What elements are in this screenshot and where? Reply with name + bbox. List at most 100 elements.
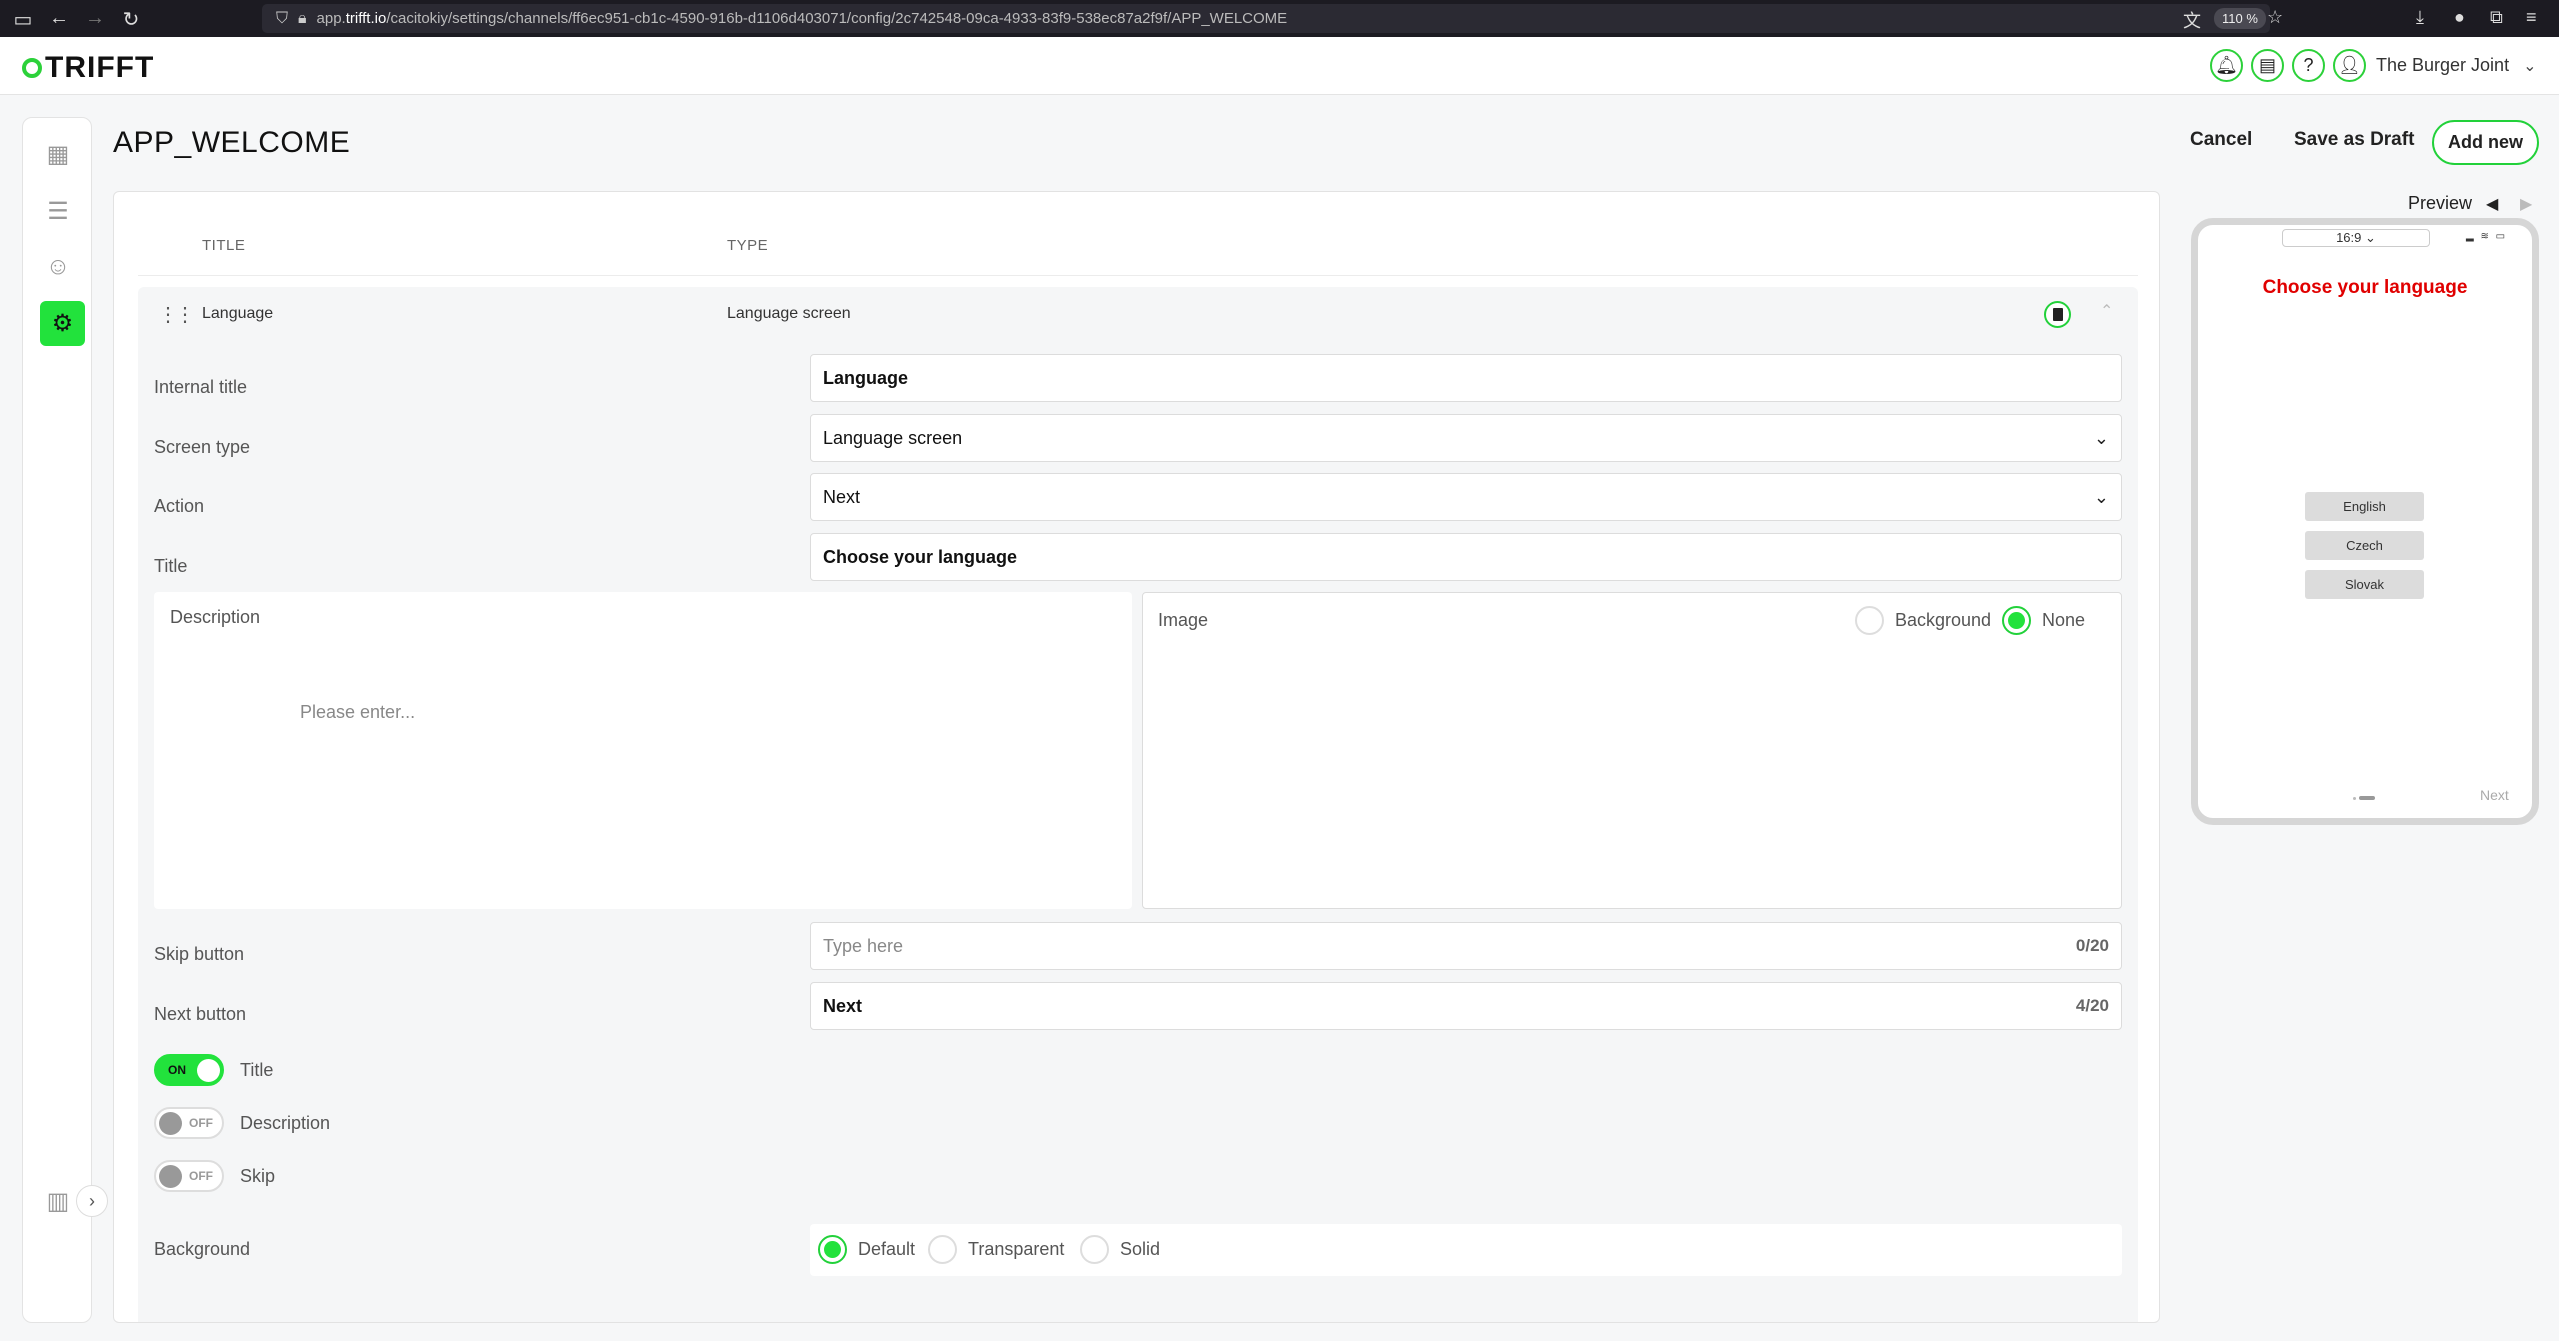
trash-icon bbox=[2052, 308, 2063, 321]
question-icon: ? bbox=[2303, 55, 2314, 75]
chat-icon: ▤ bbox=[2258, 55, 2276, 75]
notifications-button[interactable]: 🔔︎ bbox=[2210, 49, 2243, 82]
description-placeholder: Please enter... bbox=[300, 702, 416, 722]
save-draft-button[interactable]: Save as Draft bbox=[2294, 129, 2414, 151]
screen-type-select[interactable]: Language screen ⌄ bbox=[810, 414, 2122, 462]
radio-transparent[interactable] bbox=[928, 1235, 957, 1264]
bg-option-transparent[interactable]: Transparent bbox=[928, 1235, 1064, 1264]
lock-icon: 🔒︎ bbox=[298, 9, 307, 27]
left-sidebar: ▦ ☰ ☺ ⚙ ▥ bbox=[22, 117, 92, 1323]
preview-language-slovak[interactable]: Slovak bbox=[2305, 570, 2424, 599]
messages-button[interactable]: ▤ bbox=[2251, 49, 2284, 82]
url-text: app.trifft.io/cacitokiy/settings/channel… bbox=[316, 10, 1288, 27]
chevron-down-icon: ⌄ bbox=[2093, 427, 2109, 448]
title-input[interactable]: Choose your language bbox=[810, 533, 2122, 581]
drag-handle-icon[interactable]: ⋮⋮ bbox=[158, 302, 195, 327]
bg-option-default[interactable]: Default bbox=[818, 1235, 915, 1264]
description-toggle[interactable]: OFF bbox=[154, 1107, 224, 1139]
sidebar-item-analytics[interactable]: ▥ bbox=[40, 1183, 76, 1219]
radio-solid[interactable] bbox=[1080, 1235, 1109, 1264]
chevron-up-icon[interactable]: ⌃ bbox=[2100, 301, 2113, 321]
back-icon[interactable]: ← bbox=[46, 7, 72, 30]
internal-title-label: Internal title bbox=[154, 377, 248, 397]
app-header: TRIFFT 🔔︎ ▤ ? 👤︎ The Burger Joint ⌄ bbox=[0, 37, 2559, 95]
background-label: Background bbox=[154, 1239, 251, 1259]
sidebar-item-dashboard[interactable]: ▦ bbox=[40, 136, 76, 172]
bell-icon: 🔔︎ bbox=[2215, 55, 2238, 75]
status-bar-icons: ▂ ≋ ▭ bbox=[2466, 231, 2508, 242]
reload-icon[interactable]: ↻ bbox=[118, 7, 144, 32]
preview-title: Choose your language bbox=[2262, 277, 2468, 298]
sidebar-item-feedback[interactable]: ☺ bbox=[40, 249, 76, 285]
profile-icon[interactable]: ● bbox=[2454, 7, 2465, 28]
zoom-level[interactable]: 110 % bbox=[2214, 8, 2266, 29]
help-button[interactable]: ? bbox=[2292, 49, 2325, 82]
action-label: Action bbox=[154, 496, 205, 516]
preview-language-czech[interactable]: Czech bbox=[2305, 531, 2424, 560]
skip-button-label: Skip button bbox=[154, 944, 245, 964]
translate-icon[interactable]: 文 bbox=[2183, 7, 2201, 33]
account-menu[interactable]: 👤︎ The Burger Joint ⌄ bbox=[2333, 49, 2536, 82]
internal-title-input[interactable]: Language bbox=[810, 354, 2122, 402]
chart-icon: ▥ bbox=[46, 1187, 70, 1215]
sidebar-item-content[interactable]: ☰ bbox=[40, 193, 76, 229]
chevron-right-icon: › bbox=[89, 1190, 95, 1211]
browser-toolbar: ▭ ← → ↻ ⛉ 🔒︎ app.trifft.io/cacitokiy/set… bbox=[0, 0, 2559, 37]
preview-next-icon[interactable]: ▶ bbox=[2520, 194, 2532, 214]
title-label: Title bbox=[154, 556, 188, 576]
header-divider bbox=[138, 275, 2138, 276]
chevron-down-icon: ⌄ bbox=[2093, 486, 2109, 507]
image-panel: Image Background None bbox=[1142, 592, 2122, 909]
description-editor[interactable]: Description Please enter... bbox=[154, 592, 1132, 909]
column-header-type: TYPE bbox=[727, 237, 769, 254]
user-icon: 👤︎ bbox=[2338, 55, 2361, 75]
sidebar-toggle-icon[interactable]: ▭ bbox=[10, 7, 36, 32]
shield-icon: ⛉ bbox=[276, 9, 289, 27]
description-label: Description bbox=[170, 607, 261, 627]
toggle-row-description: OFF Description bbox=[154, 1107, 330, 1139]
action-select[interactable]: Next ⌄ bbox=[810, 473, 2122, 521]
radio-background[interactable] bbox=[1855, 606, 1884, 635]
preview-next-button[interactable]: Next bbox=[2480, 787, 2509, 803]
sidebar-expand-button[interactable]: › bbox=[76, 1185, 108, 1217]
extensions-icon[interactable]: ⧉ bbox=[2490, 7, 2503, 28]
menu-icon[interactable]: ≡ bbox=[2526, 7, 2537, 28]
dashboard-icon: ▦ bbox=[46, 140, 70, 168]
image-option-background[interactable]: Background bbox=[1855, 606, 1991, 635]
trifft-logo[interactable]: TRIFFT bbox=[22, 51, 154, 85]
user-avatar[interactable]: 👤︎ bbox=[2333, 49, 2366, 82]
address-bar[interactable]: ⛉ 🔒︎ app.trifft.io/cacitokiy/settings/ch… bbox=[262, 4, 2270, 33]
account-name: The Burger Joint bbox=[2376, 55, 2510, 75]
row-title[interactable]: Language bbox=[202, 305, 273, 323]
row-type: Language screen bbox=[727, 305, 851, 322]
screen-type-label: Screen type bbox=[154, 437, 251, 457]
image-label: Image bbox=[1158, 610, 1209, 630]
document-icon: ☰ bbox=[47, 197, 69, 225]
sidebar-item-settings[interactable]: ⚙ bbox=[40, 301, 85, 346]
aspect-ratio-select[interactable]: 16:9 ⌄ bbox=[2282, 229, 2430, 247]
radio-default[interactable] bbox=[818, 1235, 847, 1264]
phone-preview: 16:9 ⌄ ▂ ≋ ▭ Choose your language Englis… bbox=[2191, 218, 2539, 825]
cancel-button[interactable]: Cancel bbox=[2190, 129, 2252, 151]
skip-toggle[interactable]: OFF bbox=[154, 1160, 224, 1192]
bookmark-star-icon[interactable]: ☆ bbox=[2267, 7, 2283, 28]
preview-label: Preview bbox=[2408, 193, 2473, 213]
preview-prev-icon[interactable]: ◀ bbox=[2486, 194, 2498, 214]
radio-none[interactable] bbox=[2002, 606, 2031, 635]
page-indicator bbox=[2353, 796, 2375, 800]
add-new-button[interactable]: Add new bbox=[2432, 120, 2539, 165]
download-icon[interactable]: ⤓ bbox=[2416, 7, 2424, 28]
screens-card: TITLE TYPE ⋮⋮ Language Language screen ⌃… bbox=[113, 191, 2160, 1323]
preview-language-english[interactable]: English bbox=[2305, 492, 2424, 521]
bg-option-solid[interactable]: Solid bbox=[1080, 1235, 1160, 1264]
title-toggle[interactable]: ON bbox=[154, 1054, 224, 1086]
toggle-row-skip: OFF Skip bbox=[154, 1160, 275, 1192]
skip-button-input[interactable]: Type here 0/20 bbox=[810, 922, 2122, 970]
smiley-icon: ☺ bbox=[45, 253, 71, 280]
next-button-input[interactable]: Next 4/20 bbox=[810, 982, 2122, 1030]
skip-counter: 0/20 bbox=[2075, 936, 2109, 955]
screen-row-expanded: ⋮⋮ Language Language screen ⌃ Internal t… bbox=[138, 287, 2138, 1322]
forward-icon[interactable]: → bbox=[82, 7, 108, 30]
delete-row-button[interactable] bbox=[2044, 301, 2071, 328]
image-option-none[interactable]: None bbox=[2002, 606, 2085, 635]
